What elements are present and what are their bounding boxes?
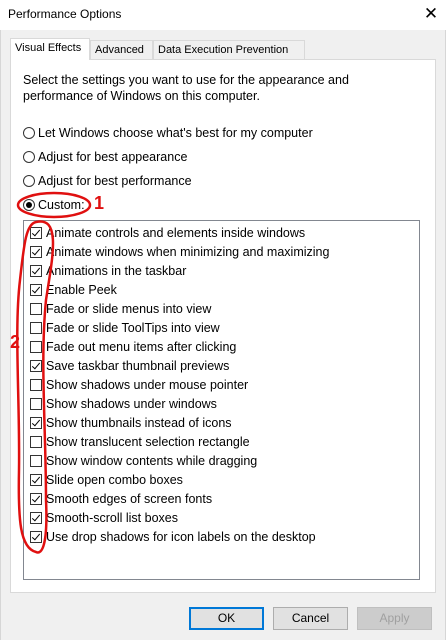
annotation-circle-checkboxes	[16, 220, 55, 554]
apply-button[interactable]: Apply	[357, 607, 432, 630]
annotation-marker-1: 1	[94, 193, 105, 213]
cancel-button[interactable]: Cancel	[273, 607, 348, 630]
annotation-marker-2: 2	[10, 332, 21, 352]
annotation-circle-custom	[16, 191, 92, 219]
annotation-overlay	[16, 191, 92, 554]
tab-visual-effects[interactable]: Visual Effects	[10, 38, 90, 60]
ok-button[interactable]: OK	[189, 607, 264, 630]
